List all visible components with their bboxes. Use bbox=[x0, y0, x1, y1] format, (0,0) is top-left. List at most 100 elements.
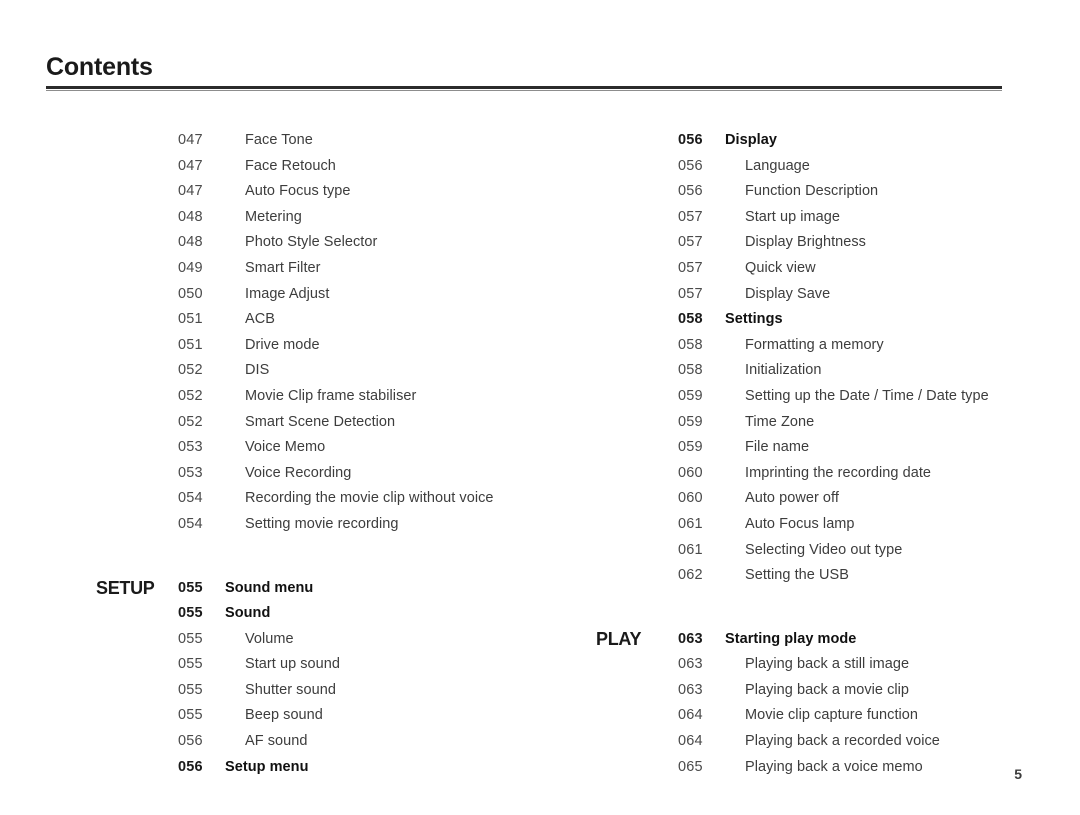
toc-entry-label: Selecting Video out type bbox=[745, 541, 903, 558]
toc-entry[interactable]: 051 ACB bbox=[96, 307, 566, 333]
toc-page-number: 061 bbox=[678, 515, 703, 532]
toc-entry[interactable]: 056 Function Description bbox=[596, 179, 1066, 205]
toc-page-number: 060 bbox=[678, 490, 703, 507]
toc-entry[interactable]: 059 Setting up the Date / Time / Date typ… bbox=[596, 384, 1066, 410]
toc-entry[interactable]: 051 Drive mode bbox=[96, 333, 566, 359]
toc-page-number: 048 bbox=[178, 234, 203, 251]
toc-entry[interactable]: 049 Smart Filter bbox=[96, 256, 566, 282]
toc-entry[interactable]: 056 Setup menu bbox=[96, 755, 566, 781]
toc-entry[interactable]: 062 Setting the USB bbox=[596, 563, 1066, 589]
toc-page-number: 050 bbox=[178, 285, 203, 302]
toc-entry[interactable]: 052 Movie Clip frame stabiliser bbox=[96, 384, 566, 410]
toc-entry[interactable]: 058 Formatting a memory bbox=[596, 333, 1066, 359]
toc-entry[interactable]: 047 Auto Focus type bbox=[96, 179, 566, 205]
toc-page-number: 049 bbox=[178, 259, 203, 276]
toc-entry-label: Imprinting the recording date bbox=[745, 464, 932, 481]
toc-entry[interactable]: 056 Language bbox=[596, 154, 1066, 180]
toc-page-number: 059 bbox=[678, 439, 703, 456]
toc-page-number: 059 bbox=[678, 387, 703, 404]
toc-entry[interactable]: 047 Face Retouch bbox=[96, 154, 566, 180]
toc-page-number: 064 bbox=[678, 733, 703, 750]
toc-entry[interactable]: 057 Quick view bbox=[596, 256, 1066, 282]
toc-entry-label: Setting up the Date / Time / Date type bbox=[745, 387, 989, 404]
toc-page-number: 062 bbox=[678, 567, 703, 584]
toc-entry[interactable]: 059 File name bbox=[596, 435, 1066, 461]
toc-entry[interactable]: 056 Display bbox=[596, 128, 1066, 154]
toc-entry[interactable]: 056 AF sound bbox=[96, 729, 566, 755]
toc-entry[interactable]: 048 Metering bbox=[96, 205, 566, 231]
toc-page-number: 056 bbox=[178, 758, 203, 775]
toc-entry[interactable]: 061 Auto Focus lamp bbox=[596, 512, 1066, 538]
toc-page-number: 053 bbox=[178, 439, 203, 456]
toc-entry[interactable]: 058 Settings bbox=[596, 307, 1066, 333]
toc-page-number: 063 bbox=[678, 656, 703, 673]
toc-page-number: 052 bbox=[178, 387, 203, 404]
toc-entry[interactable]: 054 Setting movie recording bbox=[96, 512, 566, 538]
toc-entry[interactable]: 058 Initialization bbox=[596, 358, 1066, 384]
toc-entry-label: Photo Style Selector bbox=[245, 234, 378, 251]
toc-page-number: 055 bbox=[178, 681, 203, 698]
toc-entry[interactable]: 060 Imprinting the recording date bbox=[596, 461, 1066, 487]
toc-entry[interactable]: 060 Auto power off bbox=[596, 486, 1066, 512]
toc-entry[interactable]: 052 Smart Scene Detection bbox=[96, 410, 566, 436]
toc-entry[interactable]: 063 Playing back a movie clip bbox=[596, 678, 1066, 704]
toc-entry[interactable]: 047 Face Tone bbox=[96, 128, 566, 154]
toc-entry[interactable]: 061 Selecting Video out type bbox=[596, 538, 1066, 564]
toc-entry-label: Start up sound bbox=[245, 656, 341, 673]
toc-entry[interactable]: 064 Playing back a recorded voice bbox=[596, 729, 1066, 755]
toc-entry[interactable]: 052 DIS bbox=[96, 358, 566, 384]
toc-page-number: 056 bbox=[678, 183, 703, 200]
toc-entry[interactable]: 048 Photo Style Selector bbox=[96, 230, 566, 256]
toc-entry[interactable]: PLAY 063 Starting play mode bbox=[596, 627, 1066, 653]
toc-page-number: 047 bbox=[178, 132, 203, 148]
toc-entry-label: Time Zone bbox=[745, 413, 815, 430]
toc-entry[interactable]: 055 Sound bbox=[96, 601, 566, 627]
toc-entry-label: Volume bbox=[245, 630, 294, 647]
header-rule-thin bbox=[46, 90, 1002, 91]
toc-entry-label: DIS bbox=[245, 362, 270, 379]
toc-entry-label: Sound menu bbox=[225, 579, 314, 596]
toc-page-number: 051 bbox=[178, 311, 203, 328]
toc-entry[interactable]: 057 Display Brightness bbox=[596, 230, 1066, 256]
toc-entry-label: Metering bbox=[245, 208, 302, 225]
toc-entry[interactable]: 054 Recording the movie clip without voic… bbox=[96, 486, 566, 512]
toc-entry-label: Auto Focus type bbox=[245, 183, 351, 200]
toc-page-number: 056 bbox=[678, 132, 703, 148]
toc-entry[interactable]: 053 Voice Memo bbox=[96, 435, 566, 461]
toc-entry-label: Face Tone bbox=[245, 132, 313, 148]
toc-page-number: 053 bbox=[178, 464, 203, 481]
toc-entry[interactable]: 055 Start up sound bbox=[96, 652, 566, 678]
toc-entry[interactable]: 053 Voice Recording bbox=[96, 461, 566, 487]
toc-entry[interactable]: 055 Volume bbox=[96, 627, 566, 653]
toc-entry[interactable]: 055 Shutter sound bbox=[96, 678, 566, 704]
toc-page-number: 064 bbox=[678, 707, 703, 724]
toc-entry[interactable]: 057 Display Save bbox=[596, 282, 1066, 308]
toc-entry-label: Image Adjust bbox=[245, 285, 330, 302]
toc-entry[interactable]: 063 Playing back a still image bbox=[596, 652, 1066, 678]
toc-page-number: 055 bbox=[178, 707, 203, 724]
toc-entry-label: Playing back a recorded voice bbox=[745, 733, 940, 750]
toc-entry-label: Display bbox=[725, 132, 777, 148]
toc-page-number: 058 bbox=[678, 362, 703, 379]
toc-entry[interactable]: 057 Start up image bbox=[596, 205, 1066, 231]
toc-page-number: 048 bbox=[178, 208, 203, 225]
toc-entry-label: Formatting a memory bbox=[745, 336, 884, 353]
toc-entry[interactable]: 050 Image Adjust bbox=[96, 282, 566, 308]
toc-column-right: 056 Display 056 Language 056 Function Descrip… bbox=[596, 128, 1066, 780]
toc-entry-label: Beep sound bbox=[245, 707, 323, 724]
toc-page-number: 058 bbox=[678, 336, 703, 353]
toc-entry-label: Initialization bbox=[745, 362, 822, 379]
toc-entry-label: Playing back a still image bbox=[745, 656, 910, 673]
toc-page-number: 057 bbox=[678, 208, 703, 225]
toc-entry[interactable]: 055 Beep sound bbox=[96, 703, 566, 729]
toc-entry-label: Playing back a voice memo bbox=[745, 758, 923, 775]
toc-page-number: 052 bbox=[178, 413, 203, 430]
toc-page-number: 047 bbox=[178, 157, 203, 174]
toc-entry[interactable]: 059 Time Zone bbox=[596, 410, 1066, 436]
toc-entry[interactable]: 064 Movie clip capture function bbox=[596, 703, 1066, 729]
toc-entry-label: Smart Scene Detection bbox=[245, 413, 396, 430]
toc-entry[interactable]: SETUP 055 Sound menu bbox=[96, 576, 566, 602]
toc-entry[interactable]: 065 Playing back a voice memo bbox=[596, 755, 1066, 781]
toc-page-number: 052 bbox=[178, 362, 203, 379]
toc-page-number: 060 bbox=[678, 464, 703, 481]
